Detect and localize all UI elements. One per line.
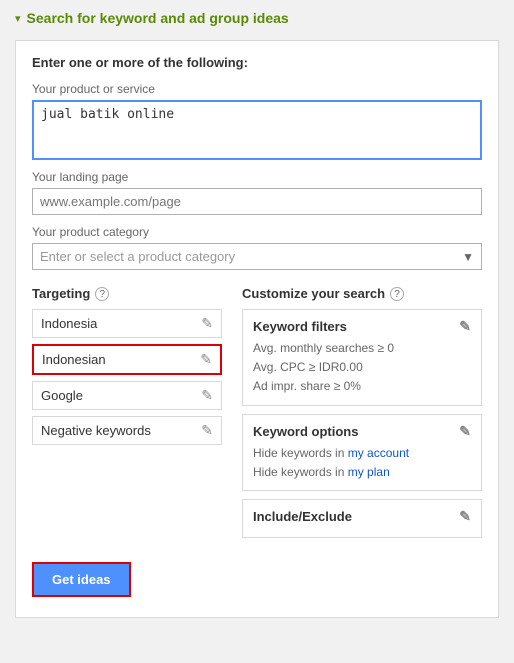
targeting-item-label: Negative keywords	[41, 423, 151, 438]
targeting-item-google[interactable]: Google ✎	[32, 381, 222, 410]
product-category-group: Your product category Enter or select a …	[32, 225, 482, 270]
targeting-item-label: Indonesian	[42, 352, 106, 367]
product-service-input[interactable]: jual batik online	[32, 100, 482, 160]
keyword-options-line1: Hide keywords in my account	[253, 444, 471, 463]
landing-page-input[interactable]	[32, 188, 482, 215]
include-exclude-title: Include/Exclude ✎	[253, 508, 471, 525]
landing-page-group: Your landing page	[32, 170, 482, 215]
my-account-link[interactable]: my account	[348, 446, 409, 460]
keyword-filters-edit-icon[interactable]: ✎	[459, 318, 471, 335]
keyword-filters-line3: Ad impr. share ≥ 0%	[253, 377, 471, 396]
section-title: Search for keyword and ad group ideas	[27, 10, 289, 26]
include-exclude-card: Include/Exclude ✎	[242, 499, 482, 538]
edit-icon[interactable]: ✎	[201, 387, 213, 404]
targeting-title-text: Targeting	[32, 286, 90, 301]
keyword-filters-line2: Avg. CPC ≥ IDR0.00	[253, 358, 471, 377]
keyword-options-label: Keyword options	[253, 424, 358, 439]
targeting-item-negative-keywords[interactable]: Negative keywords ✎	[32, 416, 222, 445]
section-header[interactable]: ▾ Search for keyword and ad group ideas	[15, 10, 499, 26]
keyword-filters-label: Keyword filters	[253, 319, 347, 334]
keyword-options-card: Keyword options ✎ Hide keywords in my ac…	[242, 414, 482, 491]
get-ideas-button[interactable]: Get ideas	[32, 562, 131, 597]
targeting-help-icon[interactable]: ?	[95, 287, 109, 301]
targeting-item-label: Google	[41, 388, 83, 403]
edit-icon[interactable]: ✎	[201, 422, 213, 439]
product-service-group: Your product or service jual batik onlin…	[32, 82, 482, 160]
category-label: Your product category	[32, 225, 482, 239]
collapse-arrow-icon: ▾	[15, 12, 21, 25]
customize-title: Customize your search ?	[242, 286, 482, 301]
targeting-item-label: Indonesia	[41, 316, 97, 331]
include-exclude-label: Include/Exclude	[253, 509, 352, 524]
product-label: Your product or service	[32, 82, 482, 96]
category-select[interactable]: Enter or select a product category	[32, 243, 482, 270]
customize-help-icon[interactable]: ?	[390, 287, 404, 301]
form-instruction: Enter one or more of the following:	[32, 55, 482, 70]
keyword-options-line2: Hide keywords in my plan	[253, 463, 471, 482]
keyword-filters-title: Keyword filters ✎	[253, 318, 471, 335]
targeting-item-indonesia[interactable]: Indonesia ✎	[32, 309, 222, 338]
edit-icon[interactable]: ✎	[200, 351, 212, 368]
keyword-filters-card: Keyword filters ✎ Avg. monthly searches …	[242, 309, 482, 406]
keyword-options-title: Keyword options ✎	[253, 423, 471, 440]
targeting-item-indonesian[interactable]: Indonesian ✎	[32, 344, 222, 375]
keyword-filters-line1: Avg. monthly searches ≥ 0	[253, 339, 471, 358]
edit-icon[interactable]: ✎	[201, 315, 213, 332]
main-form-box: Enter one or more of the following: Your…	[15, 40, 499, 618]
my-plan-link[interactable]: my plan	[348, 465, 390, 479]
category-select-wrapper: Enter or select a product category ▼	[32, 243, 482, 270]
landing-label: Your landing page	[32, 170, 482, 184]
targeting-column: Targeting ? Indonesia ✎ Indonesian ✎ Goo…	[32, 286, 222, 546]
customize-column: Customize your search ? Keyword filters …	[242, 286, 482, 546]
two-col-layout: Targeting ? Indonesia ✎ Indonesian ✎ Goo…	[32, 286, 482, 546]
include-exclude-edit-icon[interactable]: ✎	[459, 508, 471, 525]
keyword-options-edit-icon[interactable]: ✎	[459, 423, 471, 440]
targeting-title: Targeting ?	[32, 286, 222, 301]
customize-title-text: Customize your search	[242, 286, 385, 301]
